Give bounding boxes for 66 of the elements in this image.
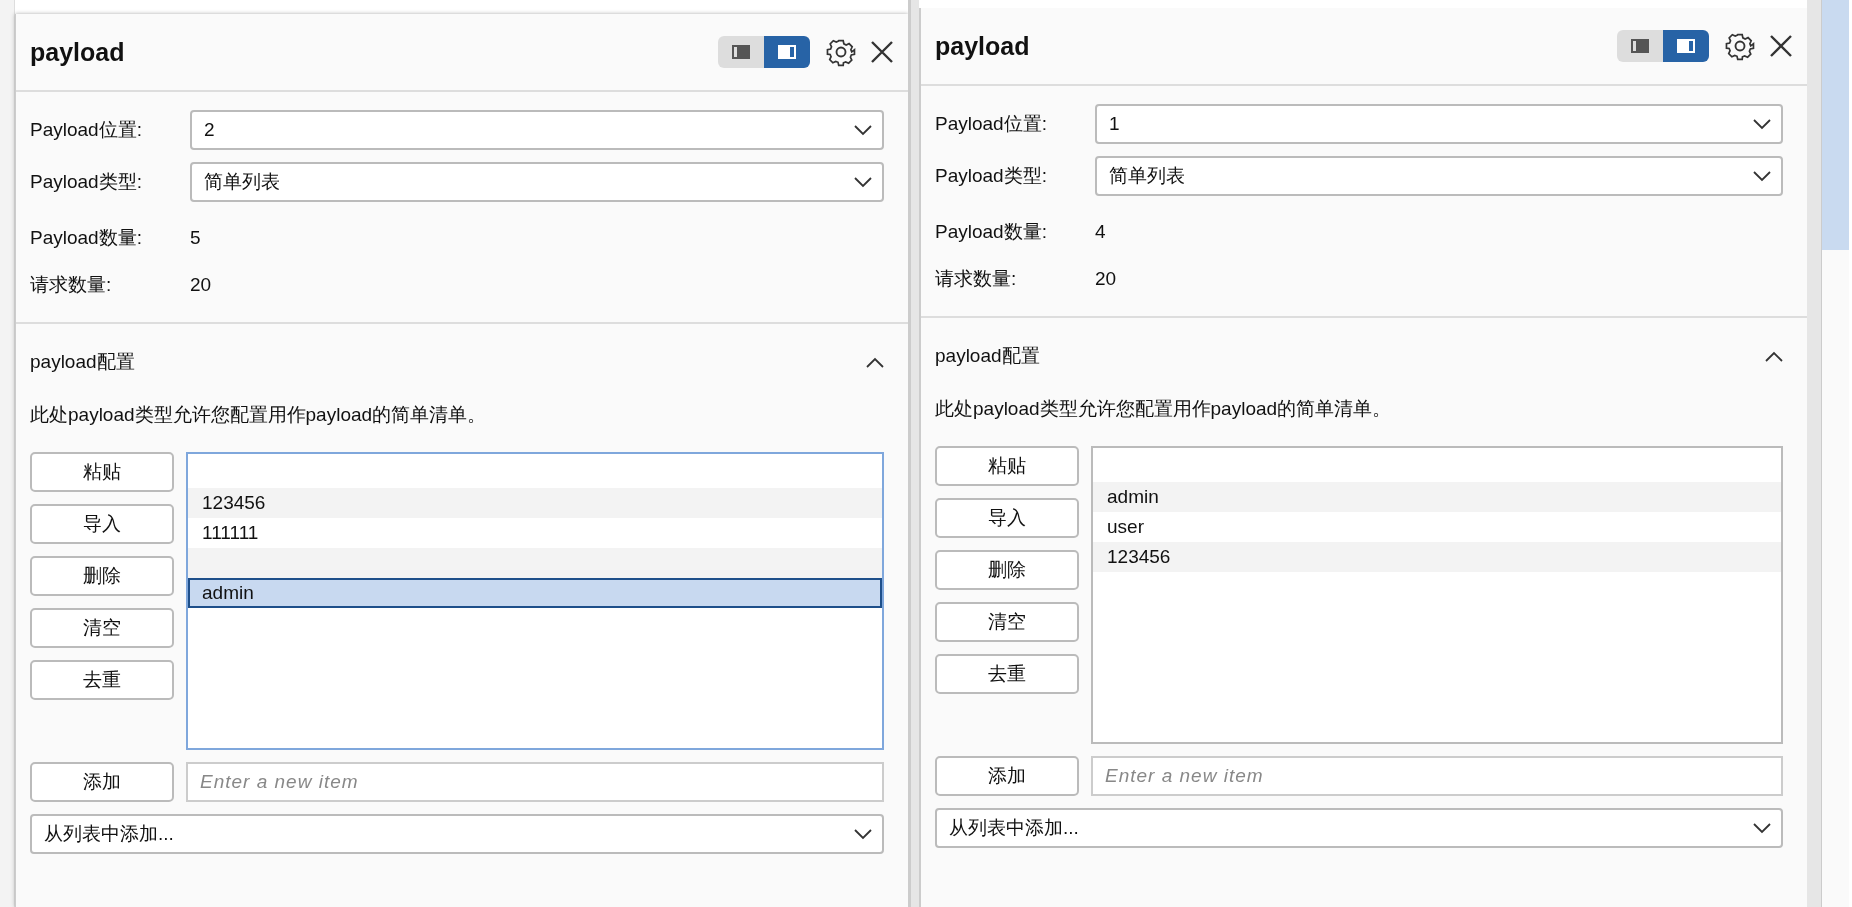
- view-toggle-button[interactable]: [718, 36, 764, 68]
- chevron-down-icon: [854, 828, 872, 840]
- count-label: Payload数量:: [935, 219, 1048, 244]
- list-action-button[interactable]: 删除: [30, 556, 174, 596]
- list-action-button[interactable]: 去重: [935, 654, 1079, 694]
- view-toggle-button[interactable]: [764, 36, 810, 68]
- new-item-field[interactable]: Enter a new item: [1091, 756, 1783, 796]
- view-toggle-button[interactable]: [1663, 30, 1709, 62]
- close-icon[interactable]: [870, 40, 894, 64]
- list-action-button[interactable]: 粘贴: [935, 446, 1079, 486]
- count-value: 5: [190, 226, 201, 249]
- list-item[interactable]: 123456: [1093, 542, 1781, 572]
- count-label: Payload数量:: [30, 225, 143, 250]
- list-item[interactable]: 111111: [188, 518, 882, 548]
- type-select[interactable]: 简单列表: [1095, 156, 1783, 196]
- list-item[interactable]: admin: [188, 578, 882, 608]
- type-select[interactable]: 简单列表: [190, 162, 884, 202]
- section-title: payload配置: [935, 344, 1040, 368]
- section-description: 此处payload类型允许您配置用作payload的简单清单。: [30, 403, 488, 427]
- payload-list[interactable]: 123456 111111 admin: [186, 452, 884, 750]
- settings-icon[interactable]: [1725, 31, 1755, 61]
- payload-list[interactable]: admin user 123456: [1091, 446, 1783, 744]
- list-action-button[interactable]: 去重: [30, 660, 174, 700]
- add-button[interactable]: 添加: [935, 756, 1079, 796]
- list-action-button[interactable]: 删除: [935, 550, 1079, 590]
- add-from-list-select[interactable]: 从列表中添加...: [30, 814, 884, 854]
- settings-icon[interactable]: [826, 37, 856, 67]
- list-item[interactable]: 123456: [188, 488, 882, 518]
- section-title: payload配置: [30, 350, 135, 374]
- chevron-up-icon[interactable]: [866, 356, 884, 368]
- add-button[interactable]: 添加: [30, 762, 174, 802]
- new-item-field[interactable]: Enter a new item: [186, 762, 884, 802]
- position-select[interactable]: 1: [1095, 104, 1783, 144]
- right-panel-layout-icon: [778, 45, 796, 59]
- chevron-down-icon: [1753, 170, 1771, 182]
- position-label: Payload位置:: [935, 112, 1048, 136]
- type-label: Payload类型:: [30, 170, 143, 194]
- list-item[interactable]: user: [1093, 512, 1781, 542]
- right-panel-layout-icon: [1677, 39, 1695, 53]
- request-count-label: 请求数量:: [935, 266, 1018, 291]
- left-panel-layout-icon: [1631, 39, 1649, 53]
- panel-title: payload: [30, 37, 126, 67]
- panel-title: payload: [935, 31, 1031, 61]
- request-count-value: 20: [1095, 267, 1117, 290]
- request-count-value: 20: [190, 273, 212, 296]
- request-count-label: 请求数量:: [30, 272, 113, 297]
- chevron-down-icon: [1753, 822, 1771, 834]
- position-select[interactable]: 2: [190, 110, 884, 150]
- list-action-button[interactable]: 导入: [935, 498, 1079, 538]
- view-toggle-button[interactable]: [1617, 30, 1663, 62]
- count-value: 4: [1095, 220, 1106, 243]
- chevron-up-icon[interactable]: [1765, 350, 1783, 362]
- list-action-button[interactable]: 清空: [30, 608, 174, 648]
- chevron-down-icon: [1753, 118, 1771, 130]
- chevron-down-icon: [854, 176, 872, 188]
- position-label: Payload位置:: [30, 118, 143, 142]
- list-item[interactable]: admin: [1093, 482, 1781, 512]
- add-from-list-select[interactable]: 从列表中添加...: [935, 808, 1783, 848]
- close-icon[interactable]: [1769, 34, 1793, 58]
- left-panel-layout-icon: [732, 45, 750, 59]
- list-action-button[interactable]: 导入: [30, 504, 174, 544]
- list-action-button[interactable]: 清空: [935, 602, 1079, 642]
- list-action-button[interactable]: 粘贴: [30, 452, 174, 492]
- section-description: 此处payload类型允许您配置用作payload的简单清单。: [935, 397, 1393, 421]
- type-label: Payload类型:: [935, 164, 1048, 188]
- chevron-down-icon: [854, 124, 872, 136]
